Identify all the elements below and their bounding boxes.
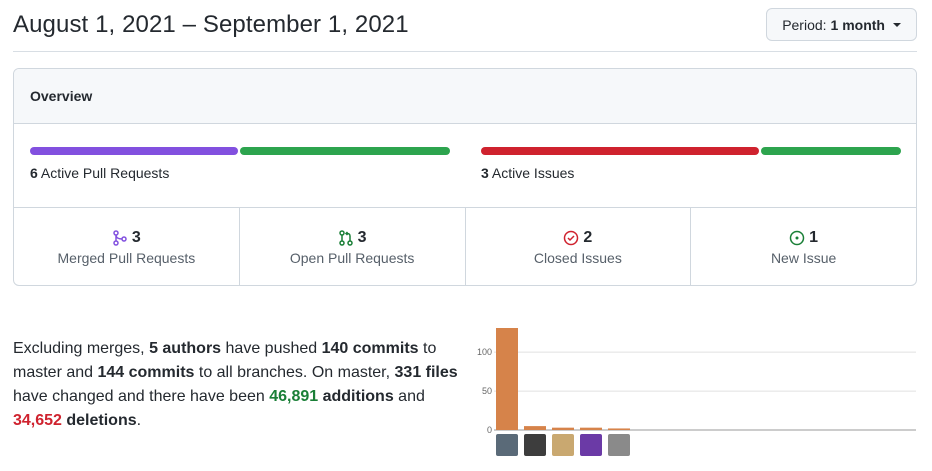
period-label: Period: [782,16,827,33]
authors-count: 5 authors [149,340,222,357]
closed-issues-count: 2 [583,228,593,246]
open-pr-label: Open Pull Requests [289,249,415,266]
merged-pull-requests-stat[interactable]: 3 Merged Pull Requests [14,208,240,285]
new-issue-stat[interactable]: 1 New Issue [691,208,916,285]
pull-requests-progress-bar [30,147,450,155]
overview-box: Overview 6 Active Pull Requests 3 Active… [13,68,917,286]
author-avatar[interactable] [552,434,574,456]
new-issue-label: New Issue [770,249,837,266]
commit-bar[interactable] [496,328,518,430]
open-pr-segment [240,147,450,155]
additions-count: 46,891 additions [269,388,394,405]
y-tick-label: 50 [482,386,492,396]
all-commits-count: 144 commits [97,364,195,381]
git-merge-icon [112,229,128,246]
author-avatar[interactable] [524,434,546,456]
stats-row: 3 Merged Pull Requests 3 Open Pull Reque… [14,208,916,285]
commit-summary: Excluding merges, 5 authors have pushed … [13,340,458,429]
deletions-count: 34,652 deletions [13,412,137,429]
y-tick-label: 100 [477,347,492,357]
page-header: August 1, 2021 – September 1, 2021 Perio… [13,0,917,52]
commit-bar[interactable] [552,427,574,430]
open-pull-requests-stat[interactable]: 3 Open Pull Requests [240,208,466,285]
issues-progress-bar [481,147,901,155]
merged-pr-count: 3 [131,228,141,246]
files-changed-count: 331 files [394,364,458,381]
issues-summary[interactable]: 3 Active Issues [481,147,901,181]
caret-down-icon [893,22,901,27]
master-commits-count: 140 commits [321,340,419,357]
author-avatar[interactable] [496,434,518,456]
commit-bar[interactable] [524,426,546,430]
issue-opened-icon [789,230,805,246]
git-pull-request-icon [338,229,354,246]
active-pull-requests-label: 6 Active Pull Requests [30,165,170,181]
commit-bar[interactable] [580,427,602,430]
commit-bar[interactable] [608,428,630,430]
author-avatar[interactable] [580,434,602,456]
issue-closed-icon [563,230,579,246]
active-issues-label: 3 Active Issues [481,165,575,181]
author-avatar[interactable] [608,434,630,456]
open-pr-count: 3 [357,228,367,246]
period-dropdown-button[interactable]: Period: 1 month [766,8,917,41]
merged-pr-segment [30,147,238,155]
closed-issues-stat[interactable]: 2 Closed Issues [466,208,692,285]
closed-issues-label: Closed Issues [533,249,622,266]
new-issue-count: 1 [809,228,819,246]
merged-pr-label: Merged Pull Requests [57,249,196,266]
y-tick-label: 0 [487,425,492,435]
overview-title: Overview [14,69,916,124]
pull-requests-summary[interactable]: 6 Active Pull Requests [30,147,450,181]
new-issues-segment [761,147,901,155]
period-value: 1 month [830,16,885,33]
activity-bars-row: 6 Active Pull Requests 3 Active Issues [14,124,916,208]
closed-issues-segment [481,147,759,155]
date-range-title: August 1, 2021 – September 1, 2021 [13,11,409,38]
